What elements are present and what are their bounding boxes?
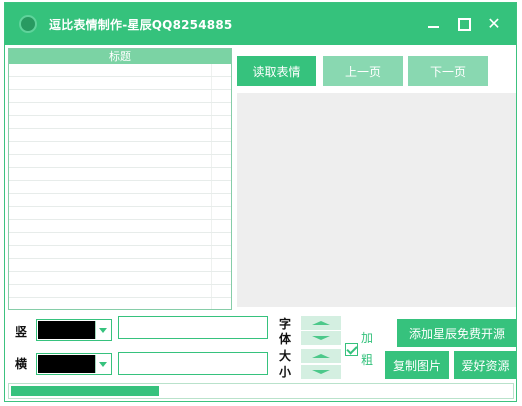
bold-checkbox[interactable] (345, 343, 358, 356)
horizontal-color-swatch (38, 355, 96, 373)
main-window: 逗比表情制作-星辰QQ8254885 ✕ 标题 读取表情 上一页 下一页 竖 横… (4, 2, 517, 402)
list-item[interactable] (9, 181, 231, 194)
font-size-label-char: 小 (278, 365, 291, 379)
font-size-up-button[interactable] (301, 316, 341, 330)
list-item[interactable] (9, 90, 231, 103)
prev-page-button[interactable]: 上一页 (323, 56, 403, 86)
vertical-color-picker[interactable] (36, 319, 112, 341)
bold-label-char: 加 (361, 331, 374, 345)
close-button[interactable]: ✕ (484, 14, 504, 34)
arrow-up-icon (312, 321, 330, 325)
chevron-down-icon[interactable] (95, 321, 110, 339)
app-icon (19, 15, 37, 33)
vertical-text-input[interactable] (118, 316, 268, 339)
list-item[interactable] (9, 168, 231, 181)
list-item[interactable] (9, 298, 231, 309)
copy-image-button[interactable]: 复制图片 (385, 351, 449, 379)
horizontal-label: 横 (15, 357, 28, 371)
minimize-button[interactable] (423, 14, 443, 34)
minimize-icon (427, 26, 439, 28)
list-item[interactable] (9, 246, 231, 259)
list-column-header[interactable]: 标题 (9, 49, 231, 64)
horizontal-text-input[interactable] (118, 352, 268, 375)
maximize-icon (457, 17, 471, 31)
add-open-source-button[interactable]: 添加星辰免费开源 (397, 319, 516, 347)
list-item[interactable] (9, 272, 231, 285)
list-item[interactable] (9, 129, 231, 142)
list-item[interactable] (9, 233, 231, 246)
hobby-resources-button[interactable]: 爱好资源 (454, 351, 516, 379)
read-emoji-button[interactable]: 读取表情 (237, 56, 316, 86)
title-list[interactable]: 标题 (8, 48, 232, 310)
vertical-color-swatch (38, 321, 96, 339)
list-item[interactable] (9, 220, 231, 233)
list-item[interactable] (9, 142, 231, 155)
arrow-down-icon (312, 336, 330, 340)
progress-bar (8, 383, 514, 399)
list-item[interactable] (9, 194, 231, 207)
bold-label-char: 粗 (361, 353, 374, 367)
font-size-down-button[interactable] (301, 331, 341, 345)
progress-fill (11, 386, 159, 396)
list-item[interactable] (9, 207, 231, 220)
list-item[interactable] (9, 285, 231, 298)
arrow-down-icon (312, 370, 330, 374)
list-item[interactable] (9, 64, 231, 77)
title-bar[interactable]: 逗比表情制作-星辰QQ8254885 ✕ (5, 3, 516, 45)
window-title: 逗比表情制作-星辰QQ8254885 (49, 18, 233, 32)
list-item[interactable] (9, 116, 231, 129)
close-icon: ✕ (487, 14, 501, 33)
font-size-up-button[interactable] (301, 349, 341, 363)
font-size-label-char: 大 (278, 349, 291, 363)
arrow-up-icon (312, 354, 330, 358)
maximize-button[interactable] (454, 14, 474, 34)
vertical-label: 竖 (15, 325, 28, 339)
font-size-label-char: 体 (278, 332, 291, 346)
list-item[interactable] (9, 77, 231, 90)
list-item[interactable] (9, 259, 231, 272)
font-size-down-button[interactable] (301, 365, 341, 379)
list-item[interactable] (9, 155, 231, 168)
next-page-button[interactable]: 下一页 (408, 56, 488, 86)
chevron-down-icon[interactable] (95, 355, 110, 373)
list-item[interactable] (9, 103, 231, 116)
horizontal-color-picker[interactable] (36, 353, 112, 375)
image-preview-area (237, 93, 516, 307)
list-rows (9, 64, 231, 309)
